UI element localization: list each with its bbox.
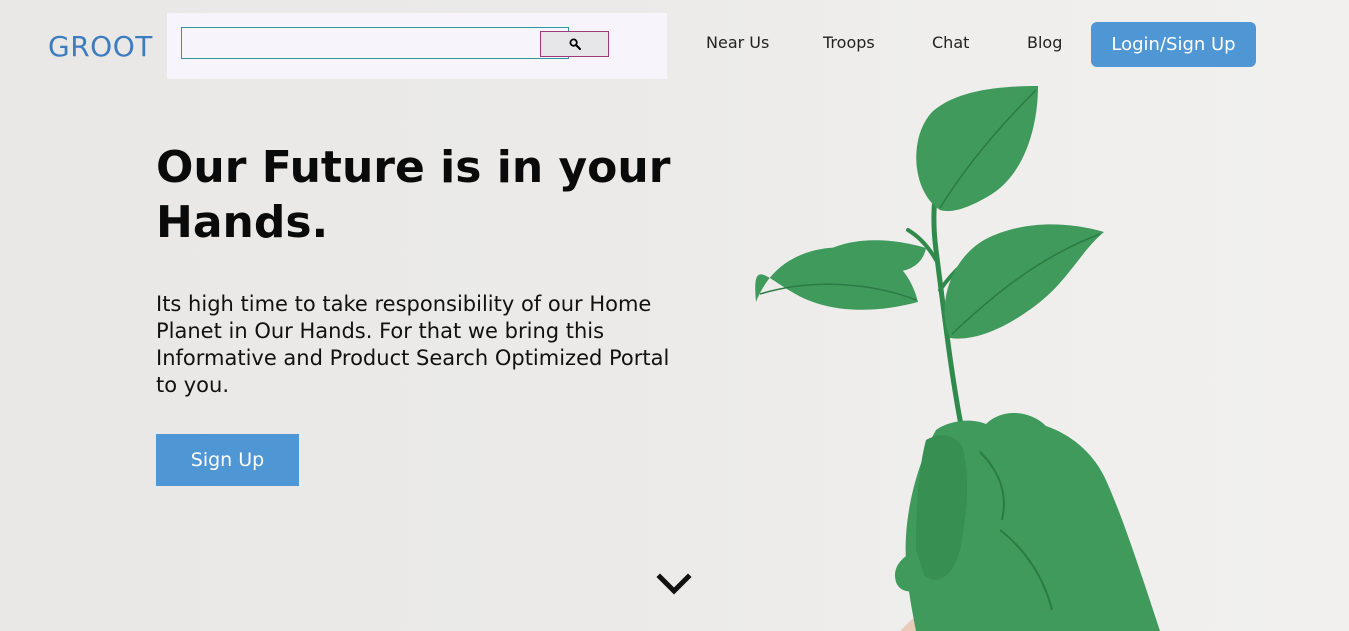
hero-headline: Our Future is in your Hands. [156,142,671,248]
nav-link-blog[interactable]: Blog [1027,33,1062,52]
search-button[interactable] [540,31,609,57]
search-panel [167,13,667,79]
hand-holding-plant-illustration [755,86,1160,631]
chevron-down-icon [656,573,692,602]
site-logo[interactable]: GROOT [48,30,153,63]
login-signup-button[interactable]: Login/Sign Up [1091,22,1256,67]
hero-signup-button[interactable]: Sign Up [156,434,299,486]
landing-page: GROOT Near Us Troops Chat Blog Login/Sig… [0,0,1349,631]
scroll-down-button[interactable] [656,572,692,598]
nav-link-troops[interactable]: Troops [823,33,875,52]
nav-link-near-us[interactable]: Near Us [706,33,769,52]
nav-link-chat[interactable]: Chat [932,33,969,52]
search-input[interactable] [181,27,569,59]
leaf-top [916,86,1038,212]
search-icon [568,35,581,54]
hero-subtext: Its high time to take responsibility of … [156,292,670,397]
